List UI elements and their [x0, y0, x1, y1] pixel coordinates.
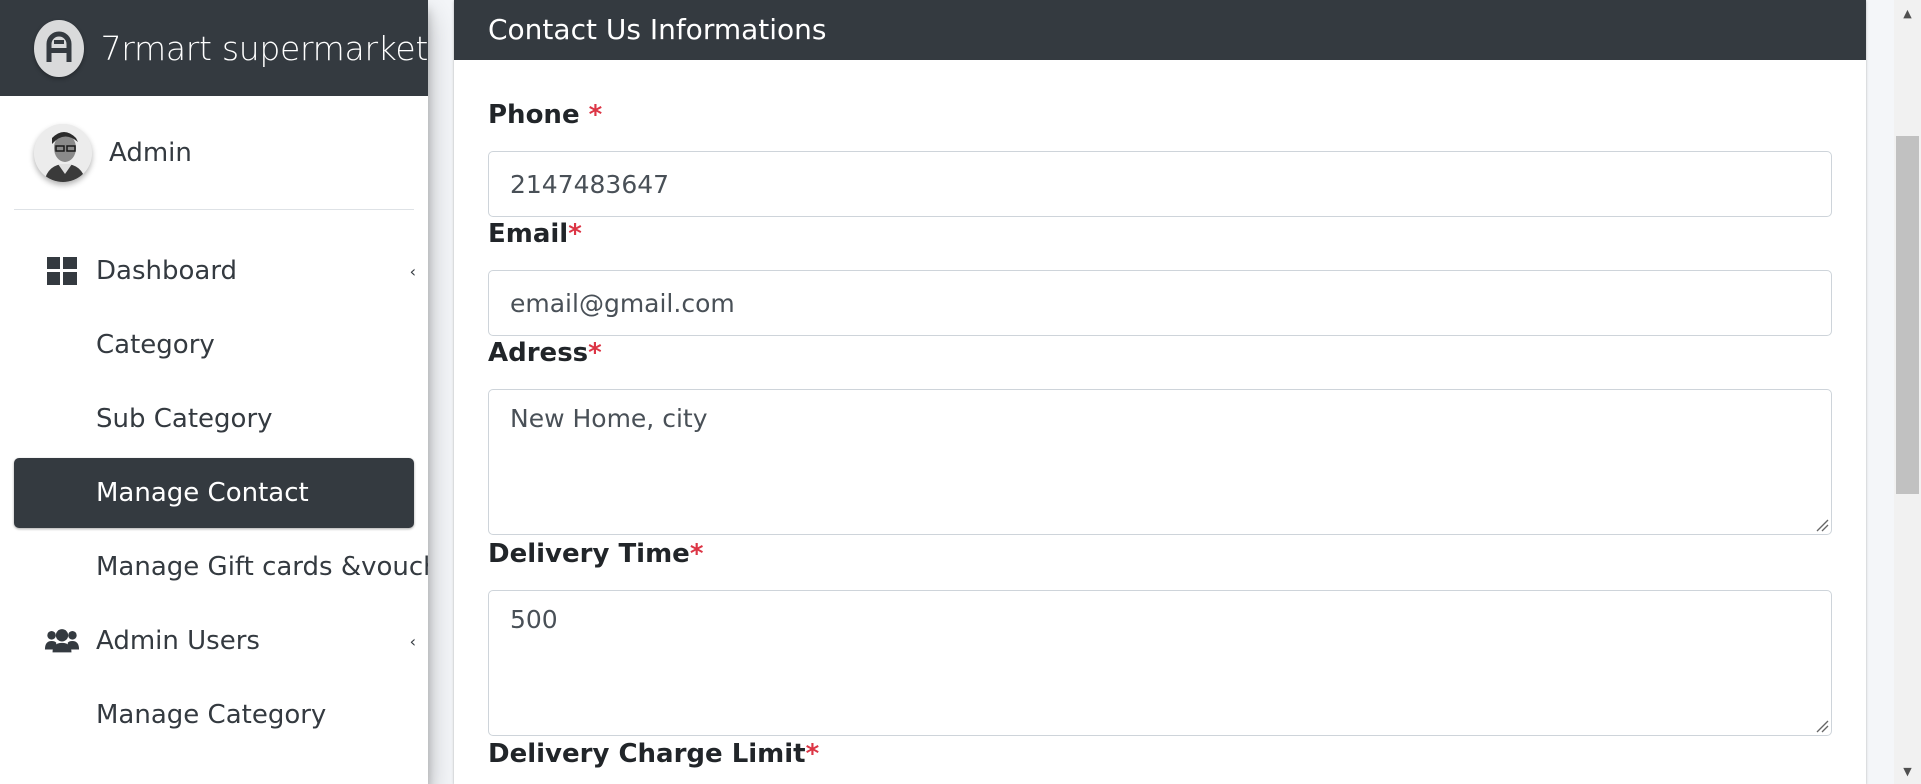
resize-handle-icon[interactable]: [1815, 719, 1829, 733]
sidebar-item-label: Category: [96, 330, 215, 360]
required-asterisk: *: [689, 539, 704, 569]
sidebar-item-label: Admin Users: [96, 626, 260, 656]
delivery-time-label: Delivery Time*: [488, 539, 703, 569]
sidebar-item-label: Manage Category: [96, 700, 327, 730]
sidebar-item-manage-contact[interactable]: Manage Contact: [14, 458, 414, 528]
chevron-left-icon: ‹: [409, 631, 416, 651]
user-name: Admin: [109, 137, 192, 168]
contact-info-card: Contact Us Informations Phone * 21474836…: [454, 0, 1866, 784]
sidebar-item-manage-category[interactable]: Manage Category: [14, 680, 414, 750]
sidebar-item-sub-category[interactable]: Sub Category: [14, 384, 414, 454]
required-asterisk: *: [588, 100, 603, 130]
sidebar-item-category[interactable]: Category: [14, 310, 414, 380]
address-label: Adress*: [488, 338, 602, 368]
brand-link[interactable]: 7rmart supermarket: [0, 0, 428, 96]
sidebar-item-admin-users[interactable]: Admin Users ‹: [14, 606, 416, 676]
scroll-up-arrow-icon[interactable]: ▲: [1894, 0, 1921, 26]
brand-name: 7rmart supermarket: [100, 28, 428, 68]
email-label: Email*: [488, 219, 582, 249]
sidebar-nav: Dashboard ‹ Category Sub Category Manage…: [14, 236, 428, 754]
address-textarea-value: New Home, city: [510, 404, 708, 433]
phone-label-text: Phone: [488, 100, 589, 130]
required-asterisk: *: [588, 338, 602, 368]
brand-logo-icon: [34, 19, 84, 77]
delivery-time-value: 500: [510, 605, 558, 634]
required-asterisk: *: [805, 739, 820, 769]
delivery-time-label-text: Delivery Time: [488, 539, 690, 569]
users-icon: [44, 628, 80, 654]
chevron-left-icon: ‹: [409, 261, 416, 281]
sidebar-item-label: Sub Category: [96, 404, 273, 434]
sidebar-item-label: Dashboard: [96, 256, 238, 286]
sidebar-item-manage-gift-cards[interactable]: Manage Gift cards &voucher: [14, 532, 428, 602]
card-title: Contact Us Informations: [454, 0, 1866, 60]
address-label-text: Adress: [488, 338, 589, 368]
phone-input[interactable]: 2147483647: [488, 151, 1832, 217]
sidebar-item-label: Manage Contact: [96, 478, 309, 508]
dashboard-grid-icon: [44, 257, 80, 285]
scrollbar-thumb[interactable]: [1896, 136, 1919, 494]
delivery-charge-limit-label: Delivery Charge Limit*: [488, 739, 819, 769]
scroll-down-arrow-icon[interactable]: ▼: [1894, 758, 1921, 784]
user-avatar: [34, 123, 92, 182]
phone-input-value: 2147483647: [510, 169, 670, 199]
delivery-charge-limit-label-text: Delivery Charge Limit: [488, 739, 806, 769]
resize-handle-icon[interactable]: [1815, 518, 1829, 532]
sidebar: 7rmart supermarket Admin Dashboard ‹ Cat…: [0, 0, 428, 784]
user-panel[interactable]: Admin: [14, 96, 414, 210]
email-input[interactable]: email@gmail.com: [488, 270, 1832, 336]
delivery-time-textarea[interactable]: 500: [488, 590, 1832, 736]
page-scrollbar[interactable]: ▲ ▼: [1894, 0, 1921, 784]
sidebar-item-dashboard[interactable]: Dashboard ‹: [14, 236, 416, 306]
phone-label: Phone *: [488, 100, 602, 130]
sidebar-item-label: Manage Gift cards &voucher: [96, 552, 428, 582]
address-textarea[interactable]: New Home, city: [488, 389, 1832, 535]
required-asterisk: *: [568, 219, 582, 249]
email-label-text: Email: [488, 219, 569, 249]
email-input-value: email@gmail.com: [510, 288, 735, 318]
